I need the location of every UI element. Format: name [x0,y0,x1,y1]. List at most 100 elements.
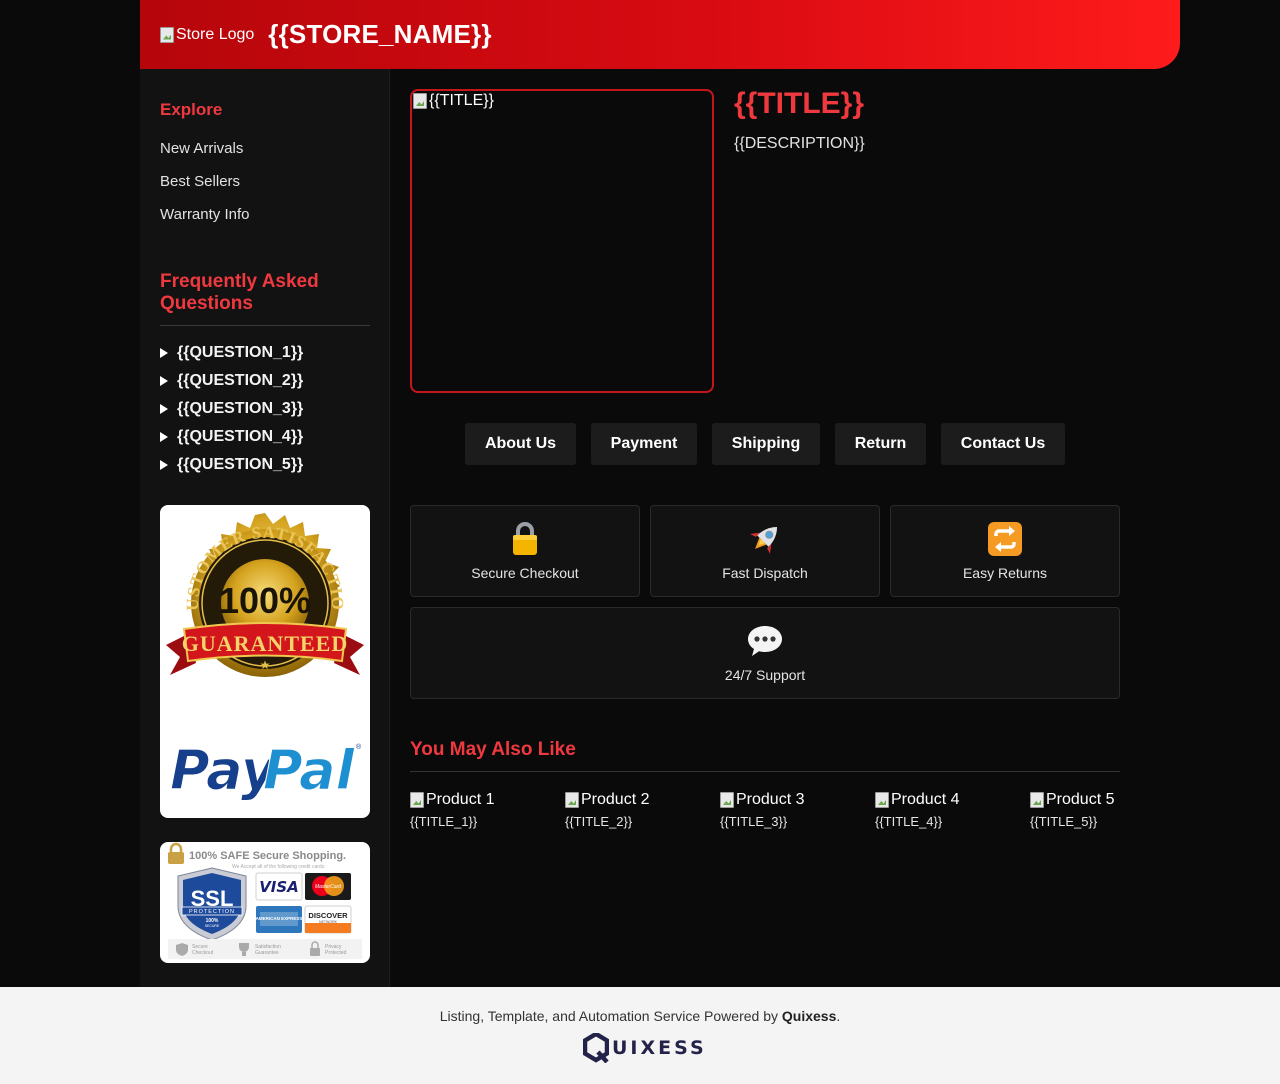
product-image[interactable]: {{TITLE}} [410,89,714,393]
related-image-alt: Product 3 [736,791,805,808]
ssl-footer-2b: Guarantee [255,950,279,956]
faq-question-text: {{QUESTION_1}} [177,344,304,361]
product-image-alt-text: {{TITLE}} [429,92,494,109]
ssl-shield-sub: SECURE [205,924,220,928]
explore-heading: Explore [160,100,223,119]
ssl-footer-1b: Checkout [192,950,214,956]
disclosure-triangle-icon [160,376,168,386]
nav-link-warranty-info[interactable]: Warranty Info [160,206,249,223]
store-header: Store Logo {{STORE_NAME}} [140,0,1180,69]
discover-logo: DISCOVER [308,911,348,920]
faq-question-text: {{QUESTION_4}} [177,428,304,445]
related-image-alt: Product 5 [1046,791,1115,808]
satisfaction-guarantee-seal-icon: CUSTOMER SATISFACTION 100% GUARANTEED ★ … [160,505,364,803]
disclosure-triangle-icon [160,460,168,470]
product-description: {{DESCRIPTION}} [734,135,865,152]
discover-sub: NETWORK [319,920,338,924]
footer-brand-link[interactable]: Quixess [782,1008,836,1024]
quixess-q-icon [583,1033,609,1063]
main-content: {{TITLE}} {{TITLE}} {{DESCRIPTION}} Abou… [410,69,1180,987]
feature-label: Easy Returns [962,565,1048,581]
divider [160,325,370,326]
nav-link-new-arrivals[interactable]: New Arrivals [160,140,243,157]
info-tabs: About Us Payment Shipping Return Contact… [465,423,1065,465]
related-product-title[interactable]: {{TITLE_2}} [565,814,715,829]
feature-secure-checkout: Secure Checkout [410,505,640,597]
disclosure-triangle-icon [160,404,168,414]
ssl-protection-icon: 100% SAFE Secure Shopping. We Accept all… [168,842,362,959]
feature-label: Secure Checkout [471,565,579,581]
page-footer: Listing, Template, and Automation Servic… [0,987,1280,1084]
tab-payment[interactable]: Payment [591,423,697,465]
related-product[interactable]: Product 4 {{TITLE_4}} [875,791,1025,829]
disclosure-triangle-icon [160,348,168,358]
page-wrapper: Store Logo {{STORE_NAME}} Explore New Ar… [140,0,1180,987]
broken-image-icon [875,792,889,808]
mastercard-logo: MasterCard [315,884,341,890]
product-title: {{TITLE}} [734,87,865,120]
feature-easy-returns: Easy Returns [890,505,1120,597]
feature-support: 24/7 Support [410,607,1120,699]
broken-image-icon [160,26,174,43]
related-product[interactable]: Product 5 {{TITLE_5}} [1030,791,1120,829]
related-image-alt: Product 4 [891,791,960,808]
lock-icon [411,520,639,558]
feature-label: 24/7 Support [724,667,806,683]
faq-heading: Frequently Asked Questions [160,271,319,314]
disclosure-triangle-icon [160,432,168,442]
quixess-wordmark: UIXESS [612,1037,707,1059]
faq-question[interactable]: {{QUESTION_5}} [160,456,303,474]
related-product-title[interactable]: {{TITLE_4}} [875,814,1025,829]
tab-contact-us[interactable]: Contact Us [941,423,1065,465]
tab-about-us[interactable]: About Us [465,423,576,465]
related-product-title[interactable]: {{TITLE_1}} [410,814,560,829]
faq-question[interactable]: {{QUESTION_3}} [160,400,303,418]
related-heading: You May Also Like [410,739,576,760]
speech-bubble-icon [411,622,1119,660]
ssl-subline: We Accept all of the following credit ca… [232,864,326,870]
faq-question[interactable]: {{QUESTION_1}} [160,344,303,362]
footer-credit: Listing, Template, and Automation Servic… [0,1008,1280,1024]
related-product-title[interactable]: {{TITLE_5}} [1030,814,1120,829]
related-product[interactable]: Product 3 {{TITLE_3}} [720,791,870,829]
seal-percent: 100% [219,580,311,621]
store-logo[interactable]: Store Logo [160,26,254,44]
rocket-icon [651,520,879,558]
footer-text-before: Listing, Template, and Automation Servic… [439,1008,782,1024]
related-product-title[interactable]: {{TITLE_3}} [720,814,870,829]
paypal-logo-pal: Pal [263,739,356,802]
related-product[interactable]: Product 1 {{TITLE_1}} [410,791,560,829]
footer-text-after: . [836,1008,841,1024]
store-name: {{STORE_NAME}} [268,19,492,49]
store-logo-alt-text: Store Logo [176,25,255,43]
tab-return[interactable]: Return [835,423,926,465]
tab-shipping[interactable]: Shipping [712,423,820,465]
registered-mark: ® [356,743,362,751]
nav-link-best-sellers[interactable]: Best Sellers [160,173,240,190]
divider [410,771,1120,772]
visa-logo: VISA [259,878,299,896]
faq-question[interactable]: {{QUESTION_4}} [160,428,303,446]
broken-image-icon [1030,792,1044,808]
faq-question-text: {{QUESTION_3}} [177,400,304,417]
svg-text:★: ★ [260,658,271,672]
faq-question-text: {{QUESTION_2}} [177,372,304,389]
ssl-footer-3b: Protected [325,950,347,956]
broken-image-icon [565,792,579,808]
faq-question-text: {{QUESTION_5}} [177,456,304,473]
related-image-alt: Product 2 [581,791,650,808]
broken-image-icon [413,93,427,109]
amex-logo: AMERICAN EXPRESS [256,916,303,921]
ssl-headline: 100% SAFE Secure Shopping. [189,850,346,862]
feature-label: Fast Dispatch [722,565,808,581]
broken-image-icon [720,792,734,808]
broken-image-icon [410,792,424,808]
quixess-logo[interactable]: UIXESS [583,1033,707,1063]
ssl-shield-ring: PROTECTION [189,909,235,915]
faq-question[interactable]: {{QUESTION_2}} [160,372,303,390]
feature-fast-dispatch: Fast Dispatch [650,505,880,597]
related-image-alt: Product 1 [426,791,495,808]
repeat-icon [891,520,1119,558]
seal-ribbon-text: GUARANTEED [182,631,348,656]
related-product[interactable]: Product 2 {{TITLE_2}} [565,791,715,829]
